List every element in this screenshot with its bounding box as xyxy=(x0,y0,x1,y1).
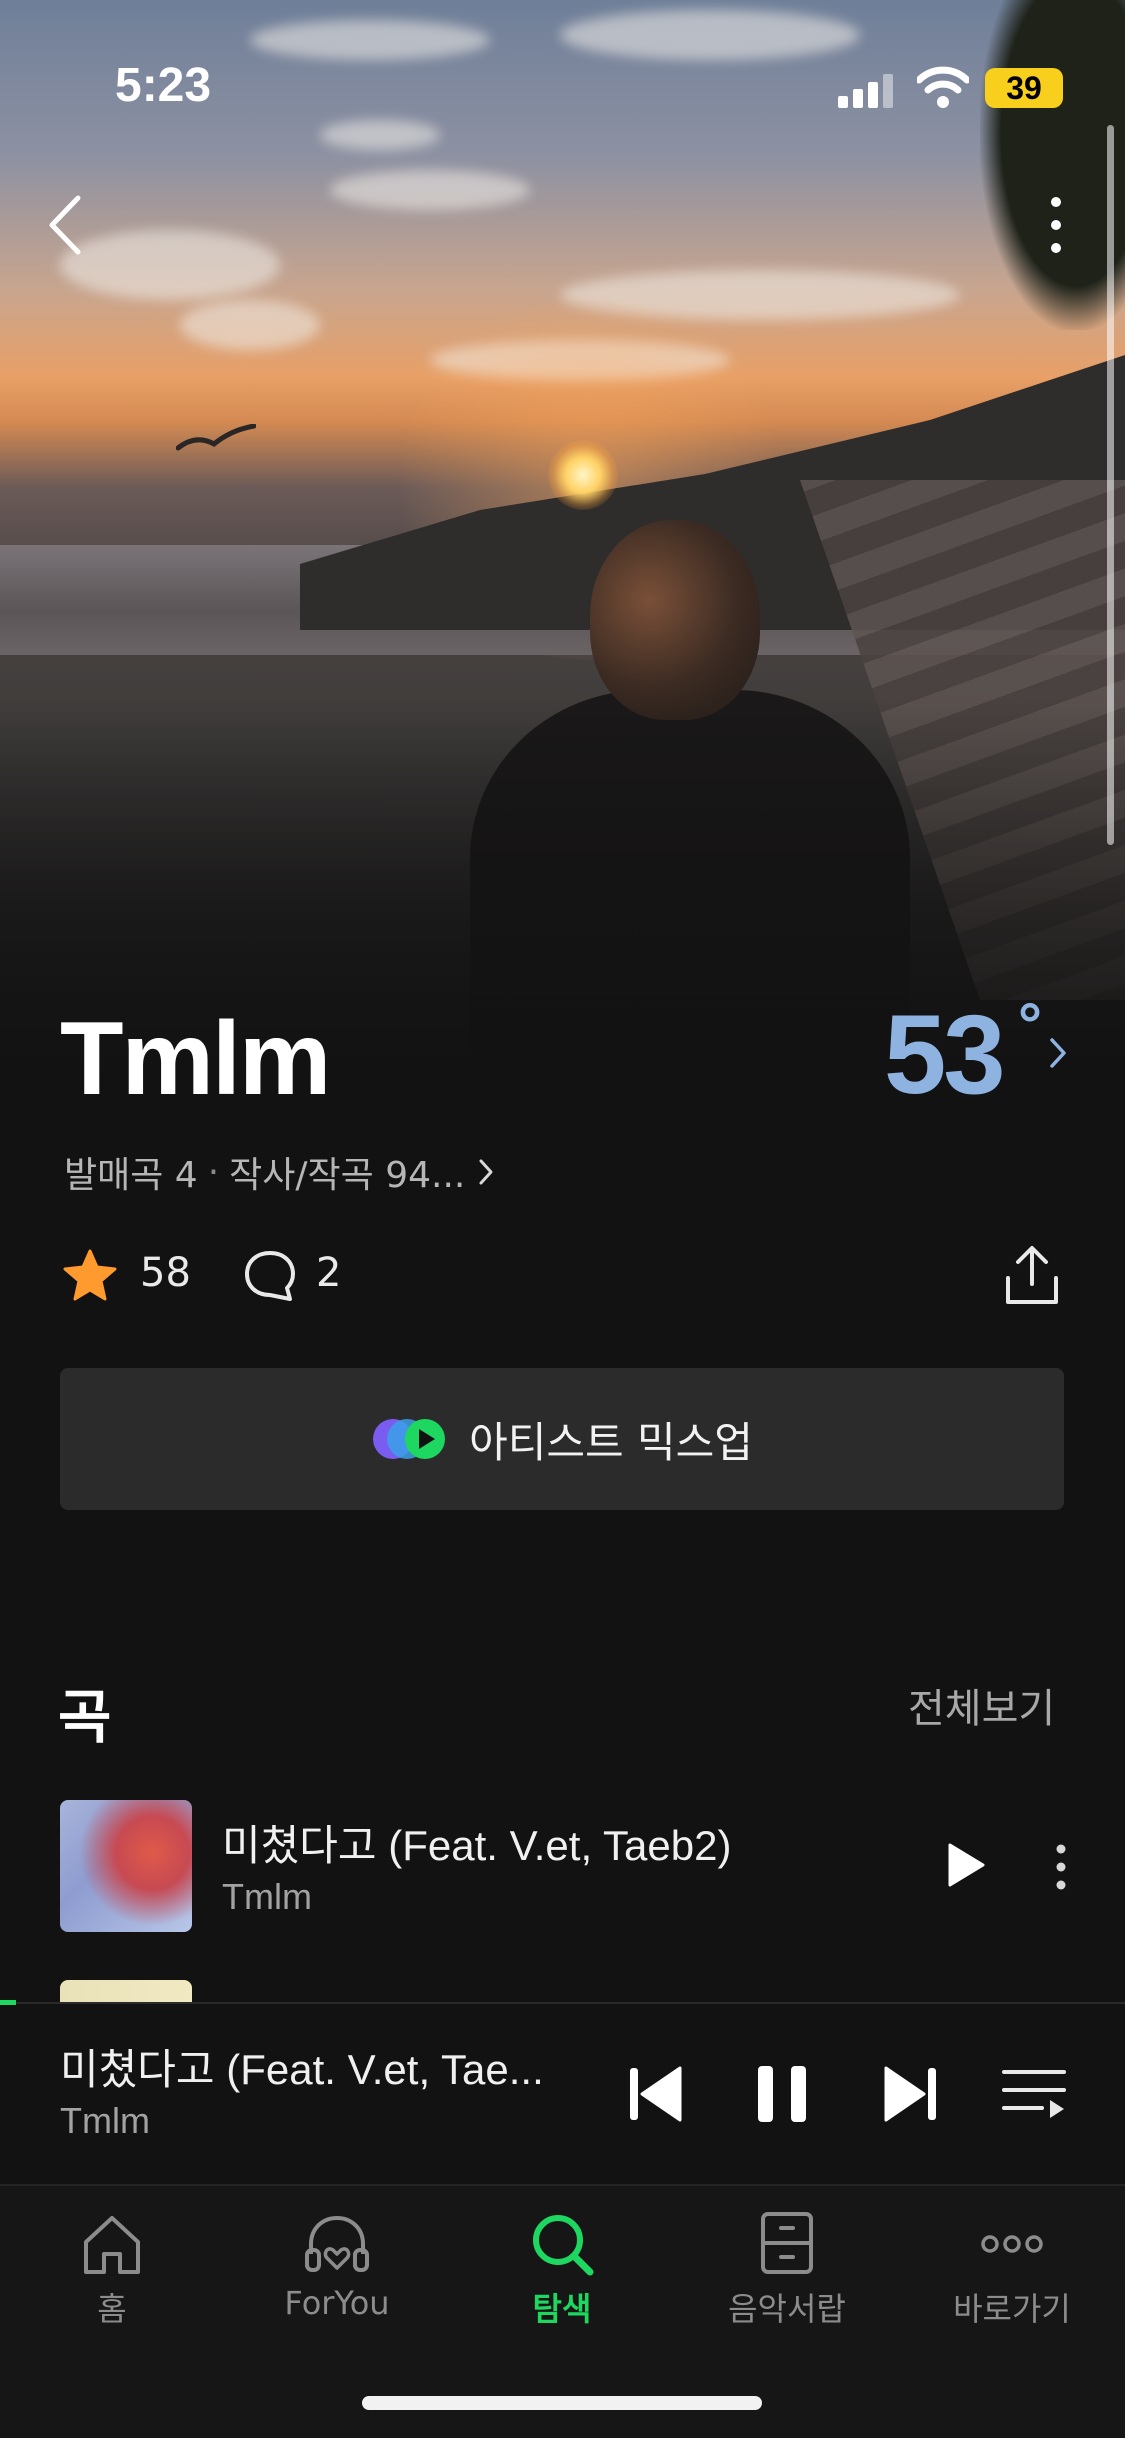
cellular-signal-icon xyxy=(838,74,893,108)
meta-separator: · xyxy=(207,1151,220,1193)
tab-shortcuts[interactable]: 바로가기 xyxy=(922,2210,1102,2328)
artist-hero-image xyxy=(0,0,1125,1110)
now-playing-title[interactable]: 미쳤다고 (Feat. V.et, Tae... xyxy=(60,2036,544,2097)
headphones-heart-icon xyxy=(305,2215,369,2272)
tab-search[interactable]: 탐색 xyxy=(472,2210,652,2328)
comment-icon[interactable] xyxy=(242,1248,298,1304)
music-temperature[interactable]: 53 xyxy=(884,990,1006,1119)
tab-label: 탐색 xyxy=(532,2290,592,2328)
previous-track-icon[interactable] xyxy=(628,2064,684,2124)
drawer-icon xyxy=(761,2212,813,2274)
mixup-label: 아티스트 믹스업 xyxy=(469,1417,753,1467)
chevron-right-icon xyxy=(479,1159,493,1185)
battery-indicator: 39 xyxy=(985,68,1063,108)
tab-label: ForYou xyxy=(284,2284,390,2322)
star-icon[interactable] xyxy=(62,1248,118,1304)
tab-label: 음악서랍 xyxy=(728,2290,846,2328)
status-time: 5:23 xyxy=(115,59,212,112)
tab-foryou[interactable]: ForYou xyxy=(247,2210,427,2322)
tab-label: 홈 xyxy=(97,2290,127,2328)
see-all-link[interactable]: 전체보기 xyxy=(908,1676,1055,1734)
tab-home[interactable]: 홈 xyxy=(22,2210,202,2328)
home-indicator[interactable] xyxy=(362,2396,762,2410)
songs-section-title: 곡 xyxy=(58,1683,112,1751)
more-dots-icon xyxy=(981,2235,1043,2253)
mixup-icon xyxy=(373,1419,446,1459)
pause-icon[interactable] xyxy=(756,2064,808,2124)
chevron-right-icon[interactable] xyxy=(1048,1036,1068,1070)
share-icon[interactable] xyxy=(1002,1244,1062,1306)
playback-progress-bar[interactable] xyxy=(0,2000,16,2005)
artist-mixup-button[interactable]: 아티스트 믹스업 xyxy=(60,1368,1064,1510)
song-artist[interactable]: Tmlm xyxy=(222,1876,312,1918)
search-icon xyxy=(533,2215,594,2276)
tab-music-drawer[interactable]: 음악서랍 xyxy=(697,2210,877,2328)
song-title[interactable]: 미쳤다고 (Feat. V.et, Taeb2) xyxy=(222,1812,731,1873)
release-count: 발매곡 4 xyxy=(64,1155,198,1196)
play-icon[interactable] xyxy=(946,1842,986,1888)
back-arrow-icon[interactable] xyxy=(40,190,90,260)
home-icon xyxy=(84,2216,140,2274)
next-track-icon[interactable] xyxy=(882,2064,938,2124)
artist-name: Tmlm xyxy=(60,1001,331,1117)
like-count: 58 xyxy=(140,1250,191,1296)
credit-count: 작사/작곡 94... xyxy=(229,1155,466,1196)
wifi-icon xyxy=(917,66,969,108)
comment-count: 2 xyxy=(316,1250,342,1296)
artist-meta[interactable]: 발매곡 4 · 작사/작곡 94... xyxy=(64,1146,497,1198)
tab-label: 바로가기 xyxy=(953,2290,1071,2328)
temperature-unit: ° xyxy=(1018,991,1042,1058)
more-vertical-icon[interactable] xyxy=(1050,1842,1072,1892)
album-art[interactable] xyxy=(60,1800,192,1932)
more-vertical-icon[interactable] xyxy=(1040,190,1072,260)
bird-icon xyxy=(176,424,256,451)
now-playing-artist[interactable]: Tmlm xyxy=(60,2100,150,2142)
scrollbar[interactable] xyxy=(1107,125,1114,845)
album-art[interactable] xyxy=(60,1980,192,2004)
playlist-queue-icon[interactable] xyxy=(1002,2066,1066,2122)
